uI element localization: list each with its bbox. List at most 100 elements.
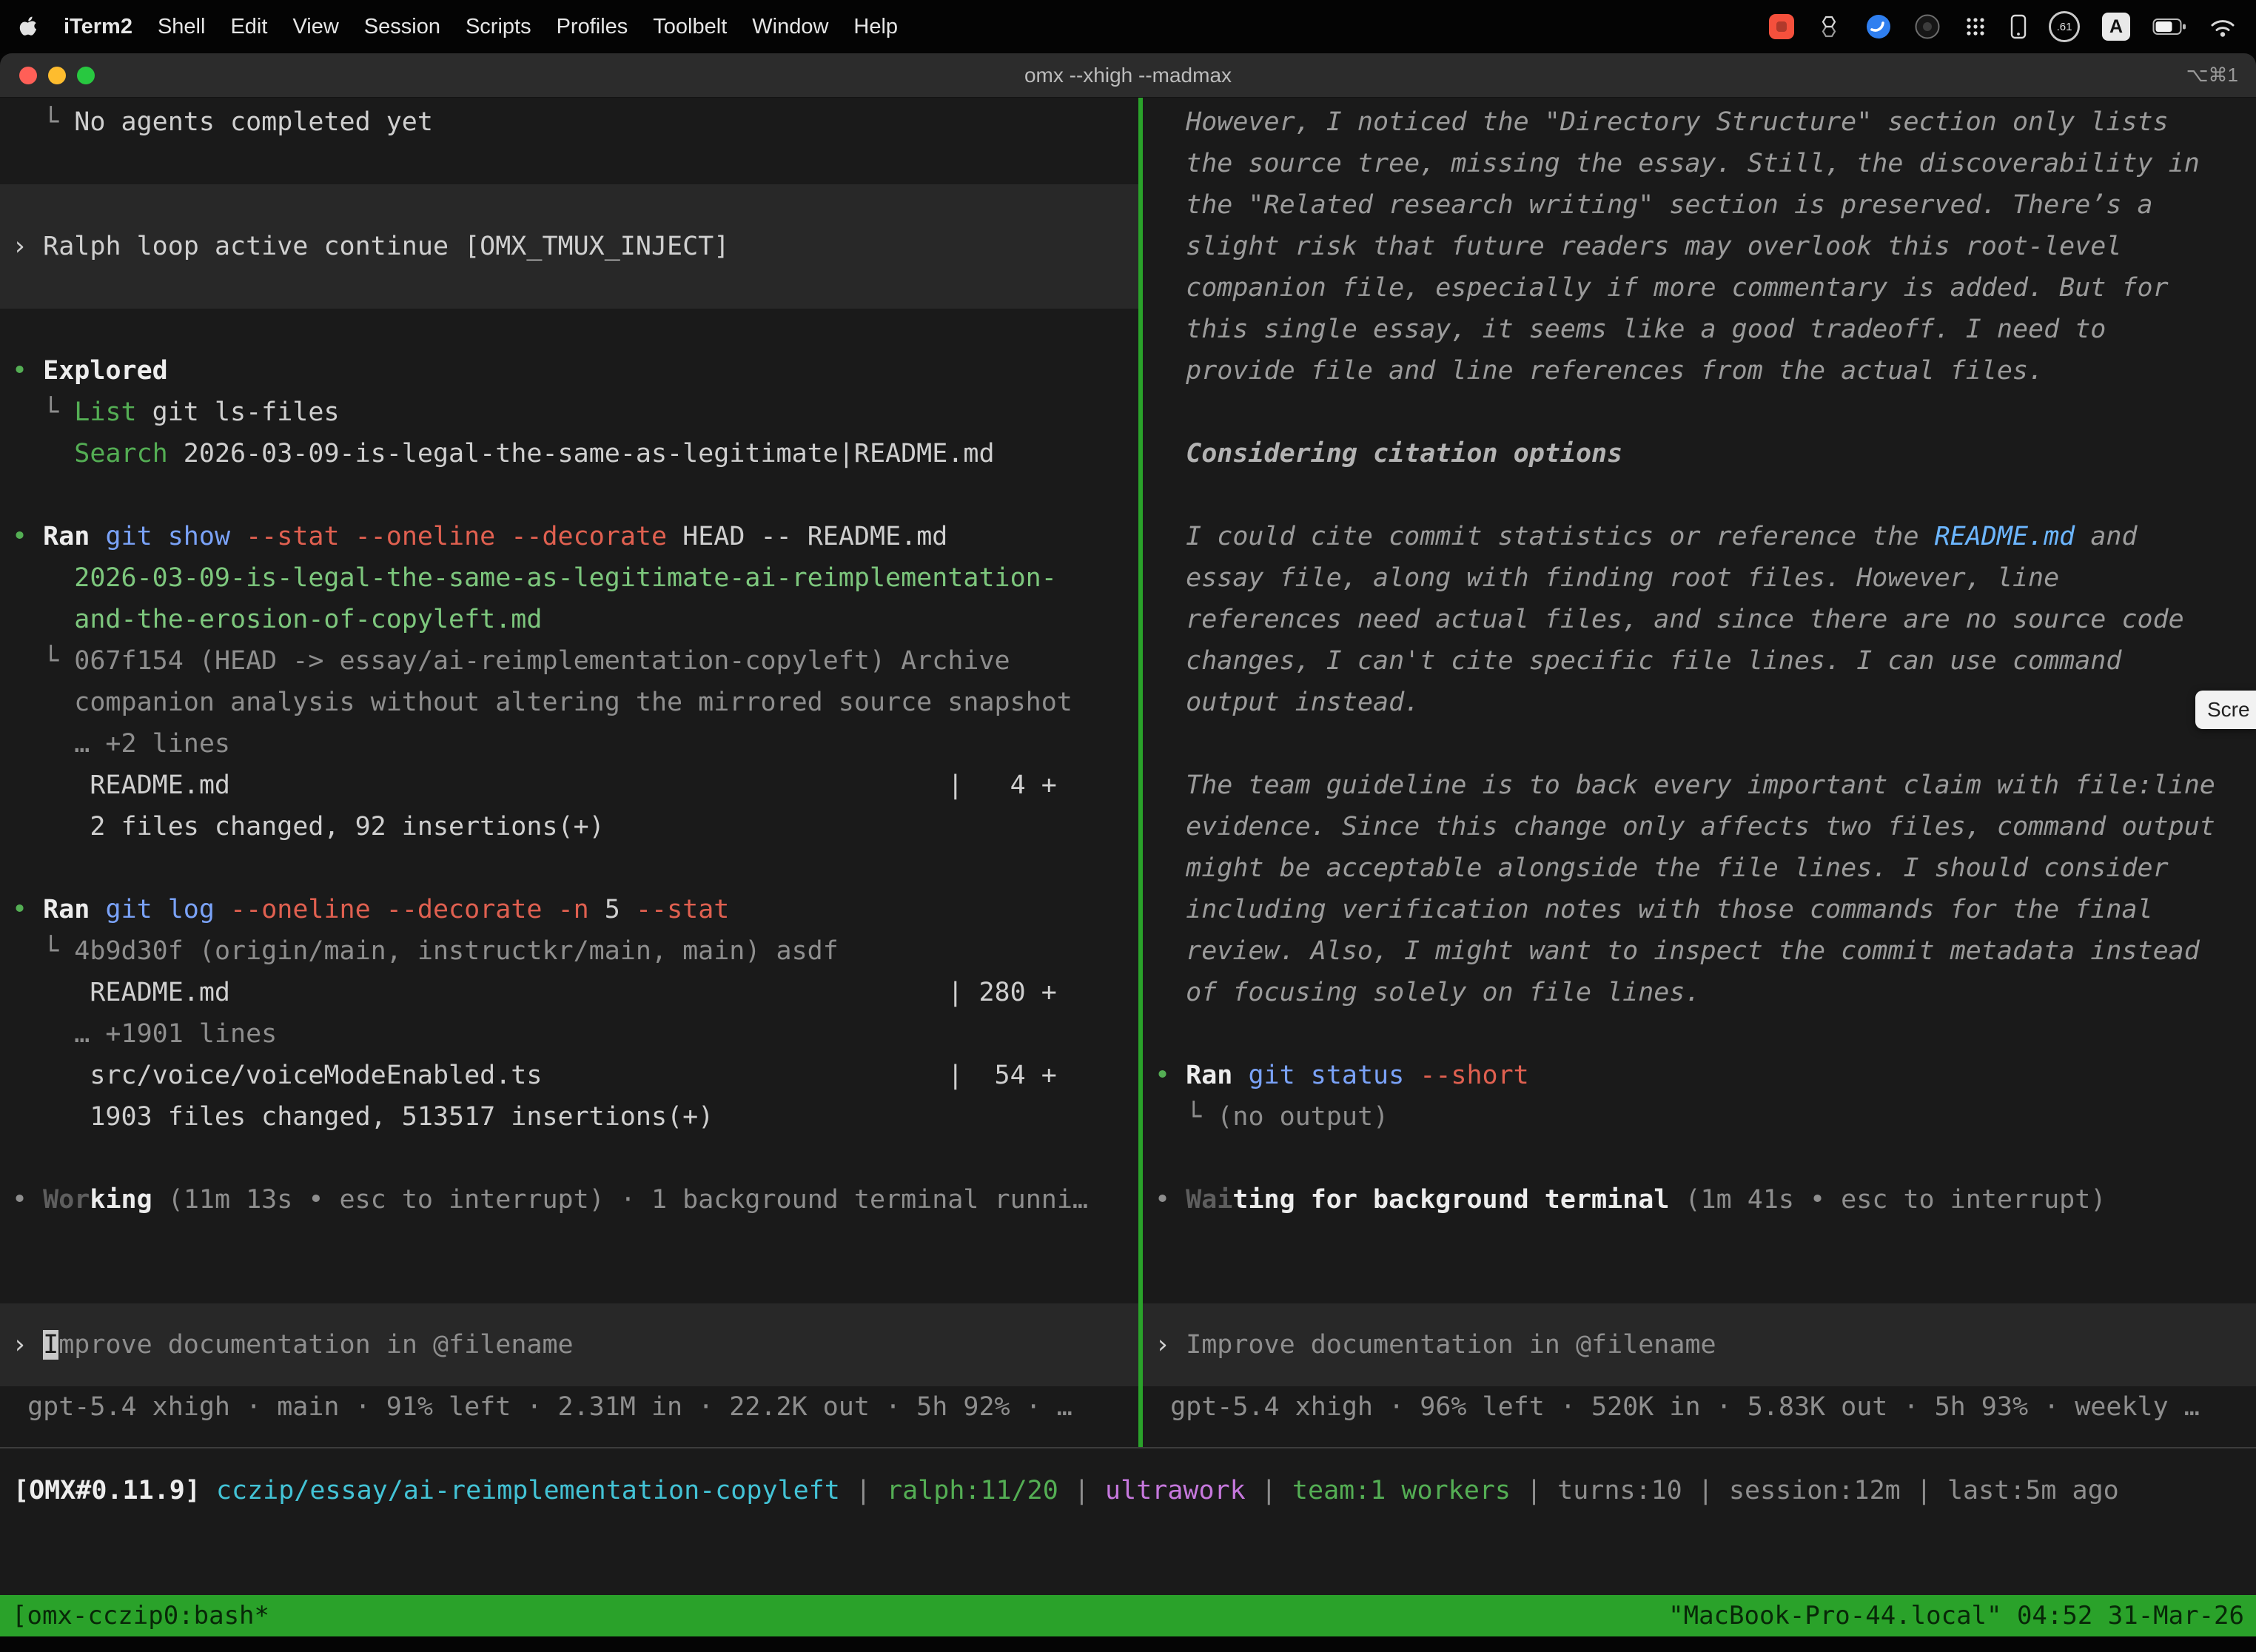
terminal-line — [1143, 1262, 2256, 1303]
text-segment: git status — [1248, 1061, 1404, 1090]
menu-item-help[interactable]: Help — [853, 15, 898, 39]
text-segment: I could cite commit statistics or refere… — [1155, 522, 1935, 551]
minimize-button[interactable] — [48, 67, 66, 84]
tmux-session-label: [omx-cczip0:bash* — [12, 1595, 269, 1636]
terminal-line — [1143, 1220, 2256, 1262]
text-segment: 2026-03-09-is-legal-the-same-as-legitima… — [12, 563, 1057, 593]
terminal-line — [1143, 474, 2256, 516]
record-stop-glyph — [1769, 14, 1794, 39]
menu-item-shell[interactable]: Shell — [158, 15, 206, 39]
prompt-input[interactable]: › Improve documentation in @filename — [0, 1303, 1138, 1386]
text-segment: Search — [74, 439, 167, 469]
battery-icon[interactable] — [2152, 17, 2186, 36]
terminal-line: companion analysis without altering the … — [0, 682, 1138, 723]
text-segment: -n — [558, 895, 589, 924]
text-segment: … +2 lines — [12, 729, 230, 759]
tmux-pane-right[interactable]: However, I noticed the "Directory Struct… — [1143, 98, 2256, 1447]
omx-status-segment: turns:10 — [1557, 1476, 1682, 1505]
terminal-line: output instead. — [1143, 682, 2256, 723]
swirl-icon[interactable] — [1865, 13, 1892, 40]
text-segment: mprove documentation in @filename — [58, 1330, 573, 1360]
menu-item-profiles[interactable]: Profiles — [557, 15, 628, 39]
terminal-line: evidence. Since this change only affects… — [1143, 806, 2256, 847]
text-segment: README.md | 280 + — [12, 978, 1057, 1007]
input-source-icon[interactable]: A — [2102, 13, 2130, 41]
text-segment: and-the-erosion-of-copyleft.md — [12, 605, 542, 634]
window-title-bar[interactable]: omx --xhigh --madmax ⌥⌘1 — [0, 53, 2256, 98]
terminal-line — [0, 1262, 1138, 1303]
menu-item-view[interactable]: View — [292, 15, 338, 39]
text-segment: and — [2075, 522, 2137, 551]
terminal-line: might be acceptable alongside the file l… — [1143, 847, 2256, 889]
text-segment: I — [43, 1330, 58, 1360]
omx-status-line: [OMX#0.11.9] cczip/essay/ai-reimplementa… — [0, 1470, 2256, 1511]
disc-icon[interactable] — [1914, 13, 1941, 40]
text-segment: · 1 background terminal runni… — [605, 1185, 1088, 1215]
text-segment: src/voice/voiceModeEnabled.ts | 54 + — [12, 1061, 1057, 1090]
text-segment: └ — [12, 646, 74, 676]
text-segment: › — [12, 1330, 43, 1360]
terminal-line: of focusing solely on file lines. — [1143, 972, 2256, 1013]
text-segment: (no output) — [1217, 1102, 1389, 1132]
wifi-icon[interactable] — [2209, 16, 2237, 38]
menu-app-name[interactable]: iTerm2 — [64, 15, 132, 39]
text-segment: └ — [1155, 1102, 1217, 1132]
text-segment: › — [1155, 1330, 1186, 1360]
text-segment: No agents completed yet — [74, 107, 433, 137]
text-segment: • — [12, 1185, 43, 1215]
text-segment: • — [1155, 1185, 1186, 1215]
footer-separator — [0, 1447, 2256, 1448]
waiting-indicator: • Waiting for background terminal (1m 41… — [1143, 1179, 2256, 1220]
text-segment: git log — [105, 895, 215, 924]
menu-item-edit[interactable]: Edit — [230, 15, 267, 39]
text-segment: Ran — [1186, 1061, 1232, 1090]
battery-percent-icon[interactable]: .61 — [2049, 11, 2080, 42]
phone-icon[interactable] — [2010, 13, 2027, 40]
menu-item-window[interactable]: Window — [752, 15, 828, 39]
tmux-pane-left[interactable]: └ No agents completed yet › Ralph loop ac… — [0, 98, 1138, 1447]
model-status-line: gpt-5.4 xhigh · 96% left · 520K in · 5.8… — [1143, 1386, 2256, 1428]
menu-item-scripts[interactable]: Scripts — [466, 15, 531, 39]
terminal-line: references need actual files, and since … — [1143, 599, 2256, 640]
terminal-line — [0, 1138, 1138, 1179]
menu-item-session[interactable]: Session — [364, 15, 440, 39]
screen-record-icon[interactable] — [1769, 14, 1794, 39]
text-segment: including verification notes with those … — [1155, 895, 2153, 924]
ralph-loop-banner[interactable]: › Ralph loop active continue [OMX_TMUX_I… — [0, 184, 1138, 309]
explored-header: • Explored — [0, 350, 1138, 392]
apple-menu-icon[interactable] — [19, 16, 38, 38]
terminal-line — [0, 1220, 1138, 1262]
text-segment: essay file, along with finding root file… — [1155, 563, 2059, 593]
text-segment: output instead. — [1155, 688, 1420, 717]
menu-item-toolbelt[interactable]: Toolbelt — [653, 15, 727, 39]
close-button[interactable] — [19, 67, 37, 84]
text-segment: provide file and line references from th… — [1155, 356, 2044, 386]
tmux-status-bar: [omx-cczip0:bash* "MacBook-Pro-44.local"… — [0, 1595, 2256, 1636]
omx-status-segment: | — [1901, 1476, 1947, 1505]
text-segment: • — [1155, 1061, 1186, 1090]
text-segment: git show — [105, 522, 230, 551]
text-segment: --oneline --decorate — [230, 895, 542, 924]
terminal-line: provide file and line references from th… — [1143, 350, 2256, 392]
dots-grid-icon[interactable] — [1963, 14, 1988, 39]
prompt-input[interactable]: › Improve documentation in @filename — [1143, 1303, 2256, 1386]
terminal-line: companion file, especially if more comme… — [1143, 267, 2256, 309]
text-segment: └ — [12, 936, 74, 966]
omx-status-segment: ralph:11/20 — [887, 1476, 1058, 1505]
text-segment: changes, I can't cite specific file line… — [1155, 646, 2121, 676]
screen-share-overlay[interactable]: Scre — [2195, 691, 2256, 729]
window-title: omx --xhigh --madmax — [0, 64, 2256, 87]
terminal-line — [1143, 723, 2256, 765]
terminal-line: └ (no output) — [1143, 1096, 2256, 1138]
text-segment: Ralph loop active continue [OMX_TMUX_INJ… — [43, 232, 729, 261]
text-segment: 1903 files changed, 513517 insertions(+) — [12, 1102, 714, 1132]
ran-git-log: • Ran git log --oneline --decorate -n 5 … — [0, 889, 1138, 930]
terminal-line: slight risk that future readers may over… — [1143, 226, 2256, 267]
honeycomb-icon[interactable] — [1816, 13, 1843, 40]
zoom-button[interactable] — [77, 67, 95, 84]
terminal-line: However, I noticed the "Directory Struct… — [1143, 101, 2256, 143]
menu-bar: iTerm2 Shell Edit View Session Scripts Profil… — [0, 0, 2256, 53]
omx-status-segment: | — [1682, 1476, 1729, 1505]
omx-status-segment: team:1 workers — [1292, 1476, 1511, 1505]
text-segment — [1404, 1061, 1420, 1090]
